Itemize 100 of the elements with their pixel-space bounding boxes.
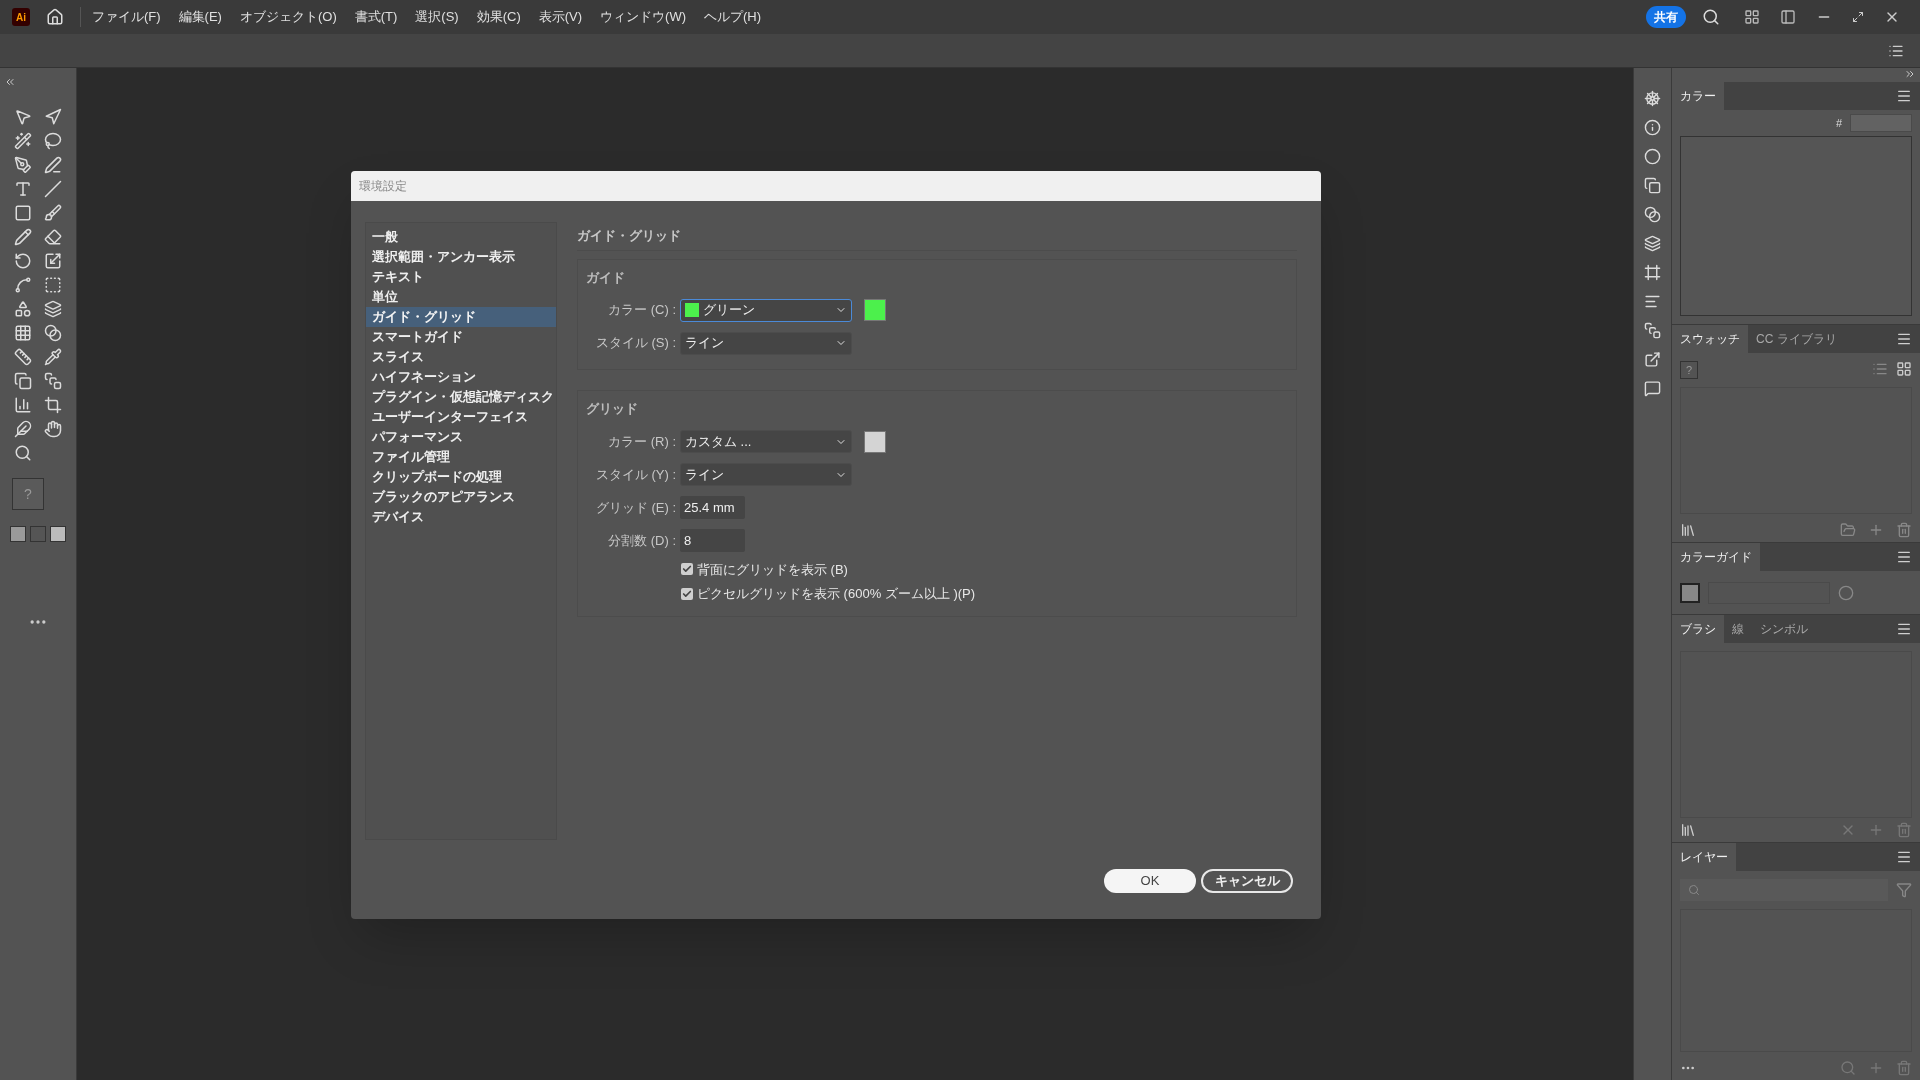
text-icon[interactable] — [14, 180, 32, 198]
cancel-button[interactable]: キャンセル — [1201, 869, 1293, 893]
color-spectrum[interactable] — [1680, 136, 1912, 316]
grid-view-icon[interactable] — [1896, 361, 1912, 377]
pencil-icon[interactable] — [14, 228, 32, 246]
menu-item[interactable]: 書式(T) — [347, 7, 405, 27]
menu-item[interactable]: ウィンドウ(W) — [593, 7, 693, 27]
category-item[interactable]: テキスト — [366, 267, 556, 287]
checkbox[interactable] — [681, 563, 693, 576]
category-item[interactable]: ハイフネーション — [366, 367, 556, 387]
menu-item[interactable]: 編集(E) — [171, 7, 229, 27]
align-left-icon[interactable] — [1644, 293, 1661, 310]
bounding-box-icon[interactable] — [44, 276, 62, 294]
category-item[interactable]: スライス — [366, 347, 556, 367]
zoom-icon[interactable] — [14, 444, 32, 462]
workspace-icon[interactable] — [1744, 9, 1760, 25]
color-wheel-icon[interactable] — [1838, 584, 1854, 601]
panel-tab[interactable]: カラー — [1672, 82, 1724, 110]
base-color-swatch[interactable] — [1680, 582, 1700, 603]
info-icon[interactable] — [1644, 119, 1661, 136]
category-item[interactable]: クリップボードの処理 — [366, 467, 556, 487]
category-item[interactable]: デバイス — [366, 507, 556, 527]
scale-icon[interactable] — [44, 252, 62, 270]
panel-menu-icon[interactable] — [1896, 549, 1912, 565]
curve-icon[interactable] — [14, 276, 32, 294]
pen-icon[interactable] — [14, 156, 32, 174]
color-swatch[interactable] — [864, 430, 886, 453]
crop-icon[interactable] — [44, 396, 62, 414]
stack-icon[interactable] — [44, 372, 62, 390]
layers-icon[interactable] — [1644, 235, 1661, 252]
category-item[interactable]: 一般 — [366, 227, 556, 247]
input-field[interactable]: 8 — [680, 529, 745, 552]
ship-wheel-icon[interactable] — [1644, 90, 1661, 107]
hex-field[interactable] — [1850, 114, 1912, 132]
category-item[interactable]: ブラックのアピアランス — [366, 487, 556, 507]
arrow-pointer-icon[interactable] — [14, 108, 32, 126]
dropdown[interactable]: ライン — [680, 463, 852, 486]
panel-tab[interactable]: カラーガイド — [1672, 543, 1760, 571]
ok-button[interactable]: OK — [1104, 869, 1196, 893]
feather-icon[interactable] — [14, 420, 32, 438]
panel-menu-icon[interactable] — [1896, 88, 1912, 104]
circle-icon[interactable] — [1644, 148, 1661, 165]
stack-icon[interactable] — [1644, 322, 1661, 339]
menu-item[interactable]: 選択(S) — [408, 7, 466, 27]
panel-tab[interactable]: 線 — [1724, 615, 1752, 643]
mesh-icon[interactable] — [14, 324, 32, 342]
panel-tab[interactable]: ブラシ — [1672, 615, 1724, 643]
collapse-icon[interactable] — [4, 76, 16, 88]
panel-menu-icon[interactable] — [1896, 331, 1912, 347]
export-icon[interactable] — [1644, 351, 1661, 368]
input-field[interactable]: 25.4 mm — [680, 496, 745, 519]
shapes-icon[interactable] — [14, 300, 32, 318]
library-icon[interactable] — [1680, 822, 1696, 838]
comment-icon[interactable] — [1644, 380, 1661, 397]
lasso-icon[interactable] — [44, 132, 62, 150]
magic-wand-icon[interactable] — [14, 132, 32, 150]
panel-menu-icon[interactable] — [1896, 849, 1912, 865]
maximize-icon[interactable] — [1852, 11, 1864, 23]
dropdown[interactable]: ライン — [680, 331, 852, 355]
eraser-icon[interactable] — [44, 228, 62, 246]
layers-icon[interactable] — [44, 300, 62, 318]
color-swatch[interactable] — [864, 299, 886, 321]
brush-icon[interactable] — [44, 204, 62, 222]
fill-square-icon[interactable] — [10, 526, 26, 542]
share-button[interactable]: 共有 — [1646, 6, 1686, 28]
category-item[interactable]: 選択範囲・アンカー表示 — [366, 247, 556, 267]
eyedropper-icon[interactable] — [44, 348, 62, 366]
category-item[interactable]: ユーザーインターフェイス — [366, 407, 556, 427]
menu-item[interactable]: ヘルプ(H) — [697, 7, 769, 27]
category-item[interactable]: スマートガイド — [366, 327, 556, 347]
search-icon[interactable] — [1702, 8, 1720, 26]
bar-chart-icon[interactable] — [14, 396, 32, 414]
pen-line-icon[interactable] — [44, 156, 62, 174]
rectangle-icon[interactable] — [14, 204, 32, 222]
dropdown[interactable]: グリーン — [680, 298, 852, 322]
panel-menu-icon[interactable] — [1896, 621, 1912, 637]
copy-icon[interactable] — [14, 372, 32, 390]
rotate-icon[interactable] — [14, 252, 32, 270]
home-icon[interactable] — [46, 8, 64, 26]
menu-item[interactable]: 効果(C) — [469, 7, 528, 27]
panel-layout-icon[interactable] — [1780, 9, 1796, 25]
frame-icon[interactable] — [1644, 264, 1661, 281]
category-item[interactable]: 単位 — [366, 287, 556, 307]
none-swatch-icon[interactable] — [50, 526, 66, 542]
panel-tab[interactable]: シンボル — [1752, 615, 1816, 643]
hand-icon[interactable] — [44, 420, 62, 438]
panel-tab[interactable]: CC ライブラリ — [1748, 325, 1845, 353]
category-item[interactable]: ファイル管理 — [366, 447, 556, 467]
checkbox[interactable] — [681, 587, 693, 600]
menu-item[interactable]: 表示(V) — [531, 7, 590, 27]
copy-icon[interactable] — [1644, 177, 1661, 194]
panel-tab[interactable]: スウォッチ — [1672, 325, 1748, 353]
menu-item[interactable]: ファイル(F) — [85, 7, 168, 27]
menu-item[interactable]: オブジェクト(O) — [232, 7, 344, 27]
layer-search-field[interactable] — [1680, 879, 1888, 901]
dropdown[interactable]: カスタム ... — [680, 430, 852, 453]
line-icon[interactable] — [44, 180, 62, 198]
ruler-icon[interactable] — [14, 348, 32, 366]
library-icon[interactable] — [1680, 522, 1696, 538]
category-item[interactable]: ガイド・グリッド — [366, 307, 556, 327]
